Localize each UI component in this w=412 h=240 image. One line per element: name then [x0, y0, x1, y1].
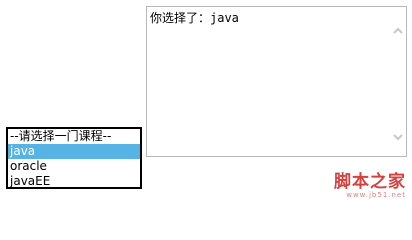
watermark-url: www.jb51.net: [346, 191, 406, 199]
course-option-javaee[interactable]: javaEE: [8, 174, 140, 187]
course-option-java[interactable]: java: [8, 144, 140, 159]
site-watermark: 脚本之家 www.jb51.net: [334, 173, 406, 200]
textarea-scrollbar[interactable]: [390, 7, 406, 156]
scroll-up-icon[interactable]: [393, 26, 403, 36]
course-option-placeholder[interactable]: --请选择一门课程--: [8, 129, 140, 144]
course-option-oracle[interactable]: oracle: [8, 159, 140, 174]
selection-output-textarea[interactable]: 你选择了：java: [146, 6, 407, 157]
scroll-down-icon[interactable]: [393, 132, 403, 142]
course-listbox[interactable]: --请选择一门课程-- java oracle javaEE: [6, 127, 142, 189]
selection-output-text: 你选择了：java: [150, 11, 239, 25]
watermark-name: 脚本之家: [334, 172, 406, 192]
